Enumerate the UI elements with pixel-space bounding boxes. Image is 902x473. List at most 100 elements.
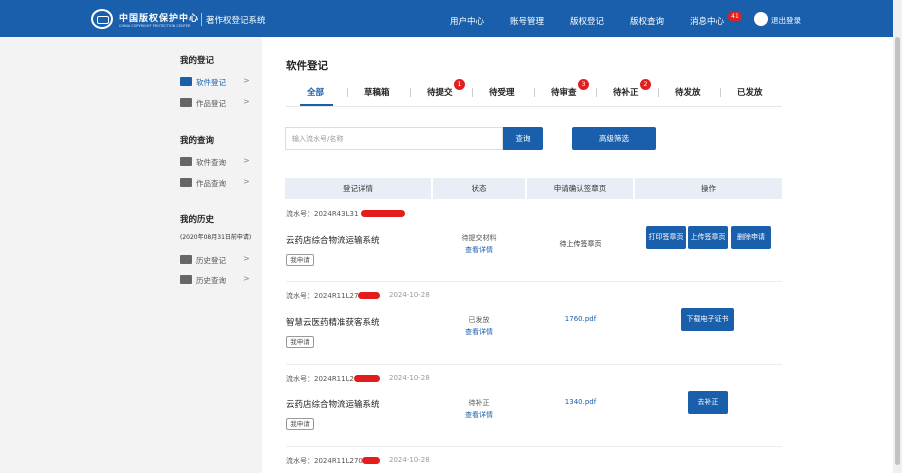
nav-account-management[interactable]: 账号管理 — [510, 15, 544, 27]
record-date: 2024-10-28 — [389, 456, 430, 464]
tab-count-badge: 3 — [578, 79, 589, 90]
confirm-page-file-link[interactable]: 1760.pdf — [527, 315, 634, 323]
tab-issued[interactable]: 已发放 — [737, 86, 763, 98]
column-header-details: 登记详情 — [285, 178, 431, 199]
chevron-right-icon: > — [243, 156, 250, 165]
tab-drafts[interactable]: 草稿箱 — [364, 86, 390, 98]
search-button[interactable]: 查询 — [503, 127, 543, 150]
chevron-right-icon: > — [243, 254, 250, 263]
delete-application-button[interactable]: 删除申请 — [731, 226, 771, 249]
column-header-confirm-page: 申请确认签章页 — [527, 178, 633, 199]
print-seal-page-button[interactable]: 打印签章页 — [646, 226, 686, 249]
tab-count-badge: 1 — [454, 79, 465, 90]
sidebar-item-software-query[interactable]: 软件查询 > — [180, 155, 258, 169]
redaction-mark — [361, 210, 405, 217]
page-scrollbar-thumb[interactable] — [895, 37, 900, 465]
copyright-center-logo-icon — [91, 9, 113, 29]
software-icon — [180, 77, 192, 86]
logout-link[interactable]: 退出登录 — [771, 15, 801, 26]
tab-count-badge: 2 — [640, 79, 651, 90]
record-name: 智慧云医药精准获客系统 — [286, 318, 380, 328]
sidebar-item-label: 历史查询 — [196, 276, 226, 285]
top-navigation-bar: 中国版权保护中心 CHINA COPYRIGHT PROTECTION CENT… — [0, 0, 893, 37]
sidebar-item-label: 软件查询 — [196, 158, 226, 167]
applicant-tag: 我申请 — [286, 418, 314, 430]
record-name: 云药店综合物流运输系统 — [286, 400, 380, 410]
tab-pending-review[interactable]: 待审查 — [551, 86, 577, 98]
tab-all[interactable]: 全部 — [307, 86, 324, 98]
chevron-right-icon: > — [243, 97, 250, 106]
avatar[interactable] — [754, 12, 768, 26]
app-title: 著作权登记系统 — [206, 16, 266, 26]
serial-number: 流水号：2024R11L27 — [286, 292, 359, 300]
tabs-divider-line — [286, 106, 782, 107]
view-details-link[interactable]: 查看详情 — [432, 245, 526, 255]
works-icon — [180, 98, 192, 107]
status-text: 已发放 — [468, 316, 490, 324]
tab-divider — [347, 88, 348, 97]
redaction-mark — [354, 375, 380, 382]
sidebar-heading-my-queries: 我的查询 — [180, 136, 215, 146]
nav-copyright-query[interactable]: 版权查询 — [630, 15, 664, 27]
confirm-page-file-link[interactable]: 1340.pdf — [527, 398, 634, 406]
status-text: 待提交材料 — [461, 234, 497, 242]
tab-divider — [596, 88, 597, 97]
nav-copyright-registration[interactable]: 版权登记 — [570, 15, 604, 27]
chevron-right-icon: > — [243, 274, 250, 283]
brand-name-en: CHINA COPYRIGHT PROTECTION CENTER — [119, 24, 191, 28]
search-input[interactable] — [285, 127, 503, 150]
advanced-filter-button[interactable]: 高级筛选 — [572, 127, 656, 150]
tab-pending-correction[interactable]: 待补正 — [613, 86, 639, 98]
column-header-status: 状态 — [433, 178, 525, 199]
page-title: 软件登记 — [286, 60, 328, 72]
chevron-right-icon: > — [243, 177, 250, 186]
history-date-note: (2020年08月31日前申请) — [180, 234, 252, 241]
redaction-mark — [358, 292, 380, 299]
record-name: 云药店综合物流运输系统 — [286, 236, 380, 246]
tab-divider — [472, 88, 473, 97]
nav-user-center[interactable]: 用户中心 — [450, 15, 484, 27]
download-certificate-button[interactable]: 下载电子证书 — [681, 308, 734, 331]
sidebar-item-works-registration[interactable]: 作品登记 > — [180, 96, 258, 110]
sidebar-item-label: 软件登记 — [196, 78, 226, 87]
upload-seal-page-button[interactable]: 上传签章页 — [688, 226, 728, 249]
view-details-link[interactable]: 查看详情 — [432, 327, 526, 337]
tab-divider — [534, 88, 535, 97]
sidebar-item-history-registration[interactable]: 历史登记 > — [180, 253, 258, 267]
status-text: 待补正 — [468, 399, 490, 407]
view-details-link[interactable]: 查看详情 — [432, 410, 526, 420]
brand-name: 中国版权保护中心 — [119, 14, 200, 24]
tab-divider — [720, 88, 721, 97]
tab-pending-issue[interactable]: 待发放 — [675, 86, 701, 98]
sidebar-heading-my-registrations: 我的登记 — [180, 56, 215, 66]
works-icon — [180, 178, 192, 187]
sidebar-item-software-registration[interactable]: 软件登记 > — [180, 75, 258, 89]
history-icon — [180, 275, 192, 284]
chevron-right-icon: > — [243, 76, 250, 85]
sidebar-item-label: 作品查询 — [196, 179, 226, 188]
tab-pending-acceptance[interactable]: 待受理 — [489, 86, 515, 98]
message-count-badge: 41 — [728, 12, 742, 21]
sidebar-item-label: 历史登记 — [196, 256, 226, 265]
column-header-actions: 操作 — [635, 178, 782, 199]
sidebar-item-works-query[interactable]: 作品查询 > — [180, 176, 258, 190]
history-icon — [180, 255, 192, 264]
sidebar-item-label: 作品登记 — [196, 99, 226, 108]
go-correct-button[interactable]: 去补正 — [688, 391, 728, 414]
active-tab-indicator — [300, 104, 333, 106]
brand-divider — [201, 13, 202, 26]
record-date: 2024-10-28 — [389, 291, 430, 299]
tab-divider — [410, 88, 411, 97]
tab-pending-submit[interactable]: 待提交 — [427, 86, 453, 98]
sidebar-heading-my-history: 我的历史 — [180, 215, 215, 225]
sidebar-item-history-query[interactable]: 历史查询 > — [180, 273, 258, 287]
row-divider — [286, 281, 782, 282]
record-date: 2024-10-28 — [389, 374, 430, 382]
tab-divider — [658, 88, 659, 97]
confirm-page-status: 待上传签章页 — [559, 240, 602, 248]
serial-number: 流水号：2024R43L31 — [286, 210, 359, 218]
row-divider — [286, 364, 782, 365]
software-icon — [180, 157, 192, 166]
nav-message-center[interactable]: 消息中心 — [690, 15, 724, 27]
applicant-tag: 我申请 — [286, 336, 314, 348]
